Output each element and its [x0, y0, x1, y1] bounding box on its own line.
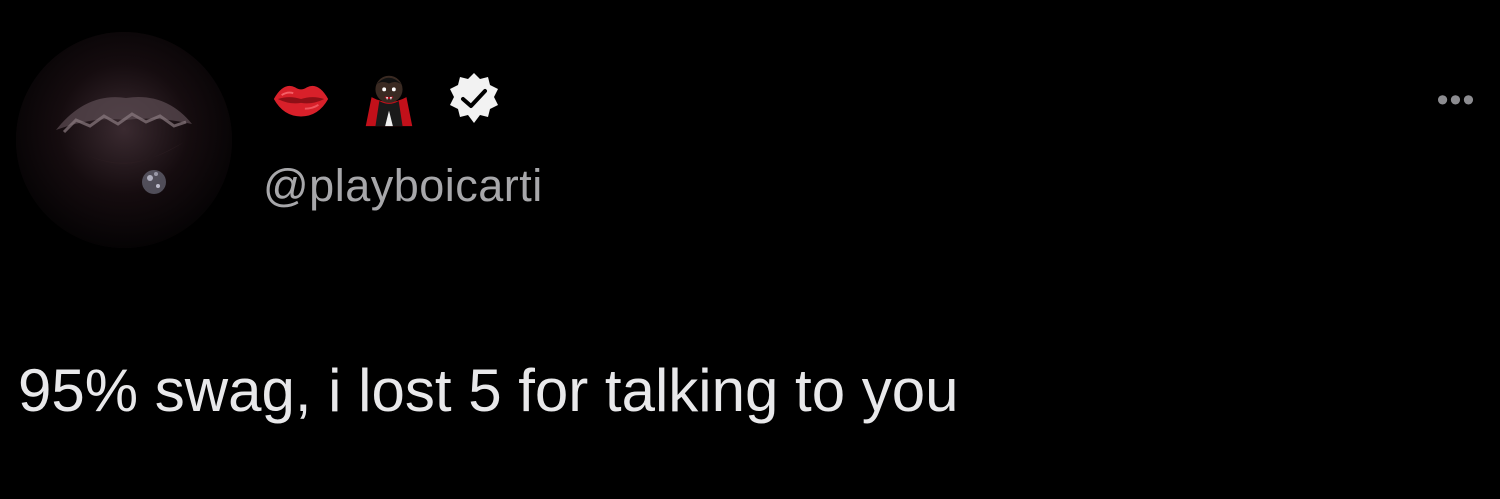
- avatar[interactable]: [16, 32, 232, 248]
- lips-emoji-icon: [273, 85, 329, 117]
- verified-badge-icon: [450, 73, 498, 123]
- avatar-image: [16, 32, 232, 248]
- tweet-card: @playboicarti ••• 95% swag, i lost 5 for…: [0, 0, 1500, 499]
- vampire-emoji-icon: [365, 75, 413, 127]
- display-name[interactable]: [270, 64, 502, 134]
- tweet-text: 95% swag, i lost 5 for talking to you: [18, 357, 959, 424]
- more-options-icon: •••: [1436, 80, 1476, 119]
- user-handle[interactable]: @playboicarti: [263, 160, 543, 212]
- more-options-button[interactable]: •••: [1420, 80, 1492, 120]
